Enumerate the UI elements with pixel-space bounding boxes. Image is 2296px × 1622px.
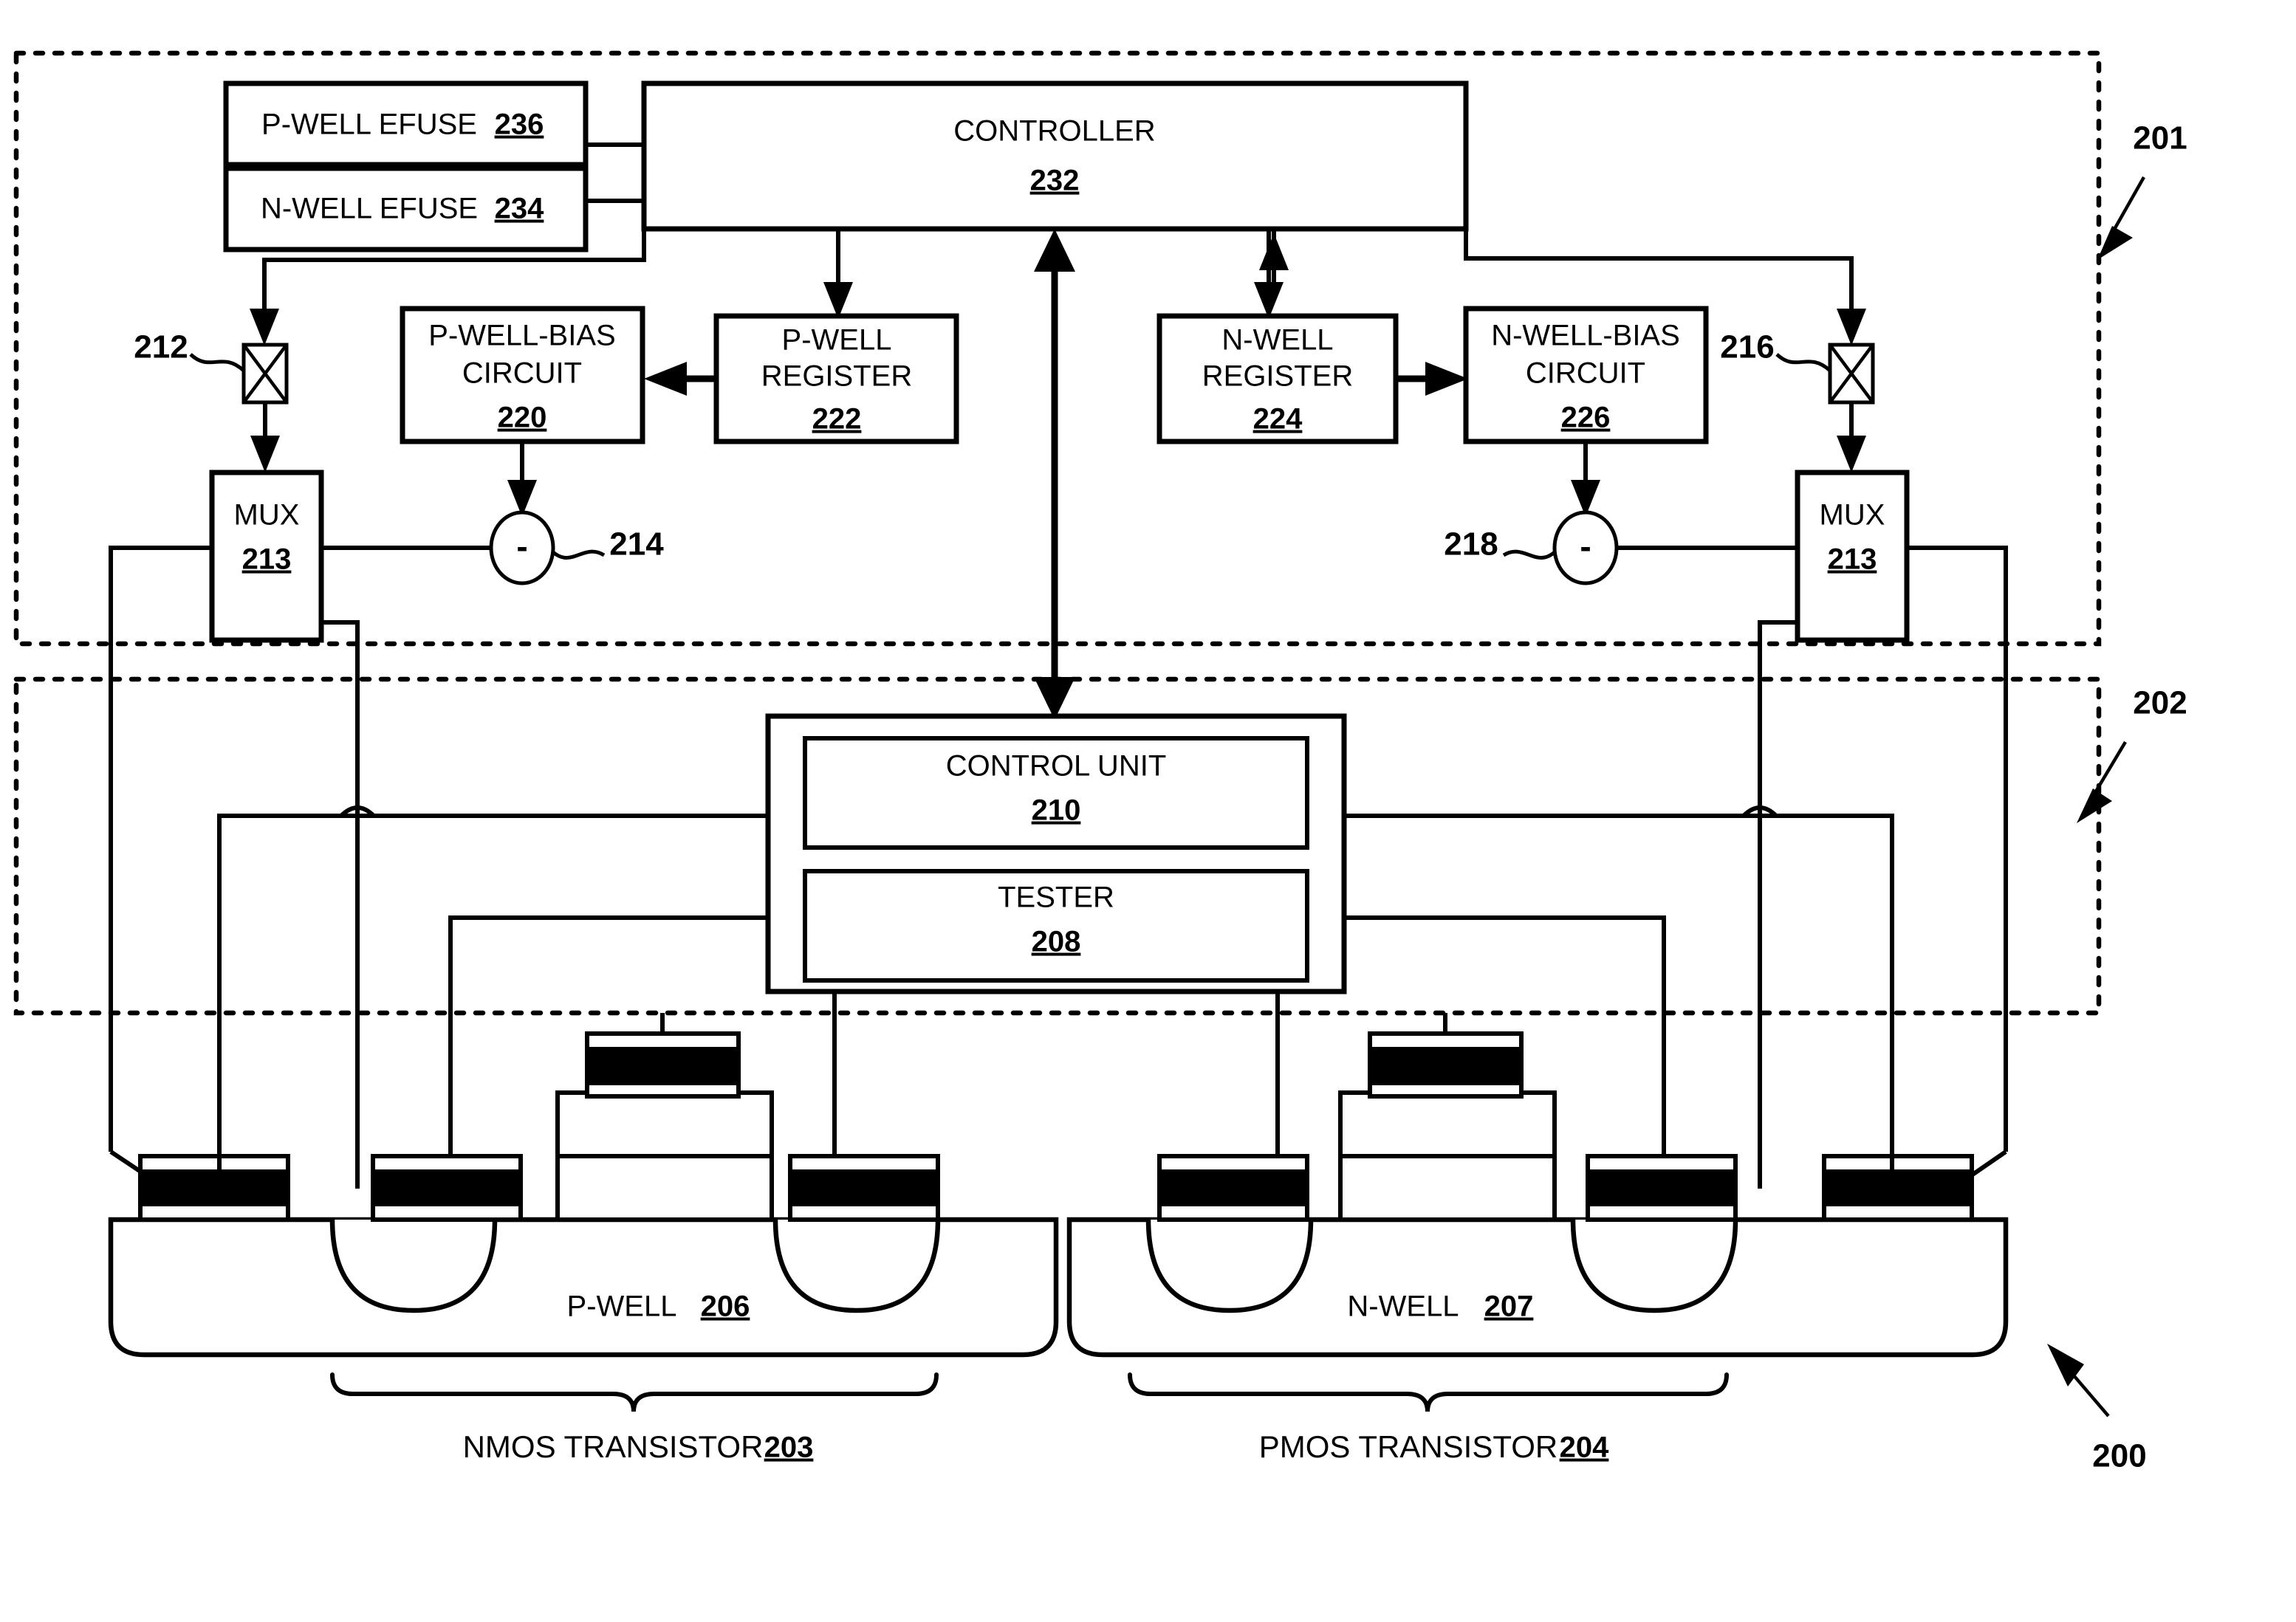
mux-left-label: MUX	[234, 499, 300, 532]
pmos-transistor-num: 204	[1560, 1432, 1609, 1464]
mux-right-label: MUX	[1820, 499, 1885, 532]
p-well-register-num: 222	[812, 403, 862, 436]
pad-212-callout-leader	[189, 353, 245, 372]
controller-label: CONTROLLER	[953, 115, 1155, 148]
contact-pad-pwell-tap	[138, 1154, 290, 1222]
mux-left-num: 213	[242, 543, 292, 576]
n-well-register-label-2: REGISTER	[1202, 360, 1353, 393]
p-well-bias-circuit-label-1: P-WELL-BIAS	[428, 320, 615, 352]
arrow-to-controller-from-nwell	[1259, 233, 1289, 270]
mux-right-num: 213	[1828, 543, 1877, 576]
contact-pad-pmos-drain	[1586, 1154, 1738, 1222]
callout-216: 216	[1720, 329, 1774, 365]
pmos-brace	[1128, 1372, 1729, 1412]
n-well-bias-circuit-num: 226	[1561, 402, 1611, 434]
p-well-bias-circuit-label-2: CIRCUIT	[462, 357, 582, 390]
arrow-pwell-register-to-bias	[644, 362, 687, 396]
wire-mux-right-out-down	[1758, 620, 1798, 1181]
contact-pad-nmos-source	[371, 1154, 523, 1222]
p-well-num: 206	[701, 1291, 750, 1323]
controller-num: 232	[1030, 165, 1080, 197]
pmos-transistor-label: PMOS TRANSISTOR	[1259, 1429, 1558, 1464]
wire-mux-right-input-rail	[1907, 546, 2008, 1152]
callout-218: 218	[1444, 526, 1498, 563]
arrow-pad216-to-mux-right	[1837, 436, 1866, 472]
wire-controller-to-pad-216	[1464, 229, 1854, 314]
pad-216-callout-leader	[1775, 353, 1831, 372]
arrow-nwell-register-to-bias	[1425, 362, 1468, 396]
n-well-efuse-label: N-WELL EFUSE	[261, 193, 478, 225]
n-well-bias-circuit-label-2: CIRCUIT	[1526, 357, 1645, 390]
p-well-efuse-num: 236	[495, 109, 544, 141]
wire-mux-left-input-rail	[109, 546, 212, 1152]
p-well-register-label-2: REGISTER	[761, 360, 912, 393]
n-well-register-label-1: N-WELL	[1221, 324, 1333, 357]
nmos-transistor-num: 203	[764, 1432, 814, 1464]
callout-201: 201	[2133, 120, 2187, 157]
wire-mux-left-out-down	[321, 620, 360, 1181]
n-well-label: N-WELL	[1347, 1291, 1459, 1323]
n-well-efuse-num: 234	[495, 193, 544, 225]
controller-block[interactable]	[641, 80, 1469, 232]
arrow-to-pad-216	[1837, 309, 1866, 346]
p-well-register-label-1: P-WELL	[782, 324, 892, 357]
nmos-gate-stack	[555, 1031, 774, 1222]
pmos-gate-stack	[1338, 1031, 1557, 1222]
callout-201-arrowhead	[2097, 226, 2133, 260]
arrow-down-to-control-unit	[1034, 677, 1075, 720]
n-well-bias-circuit-label-1: N-WELL-BIAS	[1491, 320, 1680, 352]
control-unit-num: 210	[1032, 794, 1081, 827]
n-well-num: 207	[1484, 1291, 1534, 1323]
contact-pad-pmos-source	[1157, 1154, 1309, 1222]
callout-202-arrowhead	[2077, 788, 2112, 823]
p-well-label: P-WELL	[567, 1291, 677, 1323]
p-well-bias-circuit-num: 220	[498, 402, 547, 434]
tester-num: 208	[1032, 926, 1081, 958]
callout-200: 200	[2092, 1438, 2146, 1474]
callout-202: 202	[2133, 685, 2187, 721]
node-214-glyph: -	[516, 527, 527, 566]
contact-pad-nwell-tap	[1822, 1154, 1974, 1222]
diagram-canvas: P-WELL EFUSE 236 N-WELL EFUSE 234 CONTRO…	[0, 0, 2296, 1622]
node-218-callout-leader	[1502, 549, 1556, 560]
nmos-transistor-label: NMOS TRANSISTOR	[463, 1429, 764, 1464]
p-well-efuse-label: P-WELL EFUSE	[261, 109, 477, 141]
tester-label: TESTER	[998, 882, 1114, 914]
arrow-to-pad-212	[250, 309, 279, 346]
node-214-callout-leader	[552, 549, 606, 560]
n-well-register-num: 224	[1253, 403, 1303, 436]
block-diagram-svg: P-WELL EFUSE 236 N-WELL EFUSE 234 CONTRO…	[13, 50, 2187, 1474]
arrow-up-to-controller	[1034, 229, 1075, 272]
node-218-glyph: -	[1580, 527, 1591, 566]
callout-212: 212	[134, 329, 188, 365]
control-unit-label: CONTROL UNIT	[946, 750, 1167, 783]
arrow-pad212-to-mux-left	[250, 436, 280, 472]
callout-214: 214	[609, 526, 664, 563]
nmos-brace	[330, 1372, 939, 1412]
contact-pad-nmos-drain	[788, 1154, 940, 1222]
